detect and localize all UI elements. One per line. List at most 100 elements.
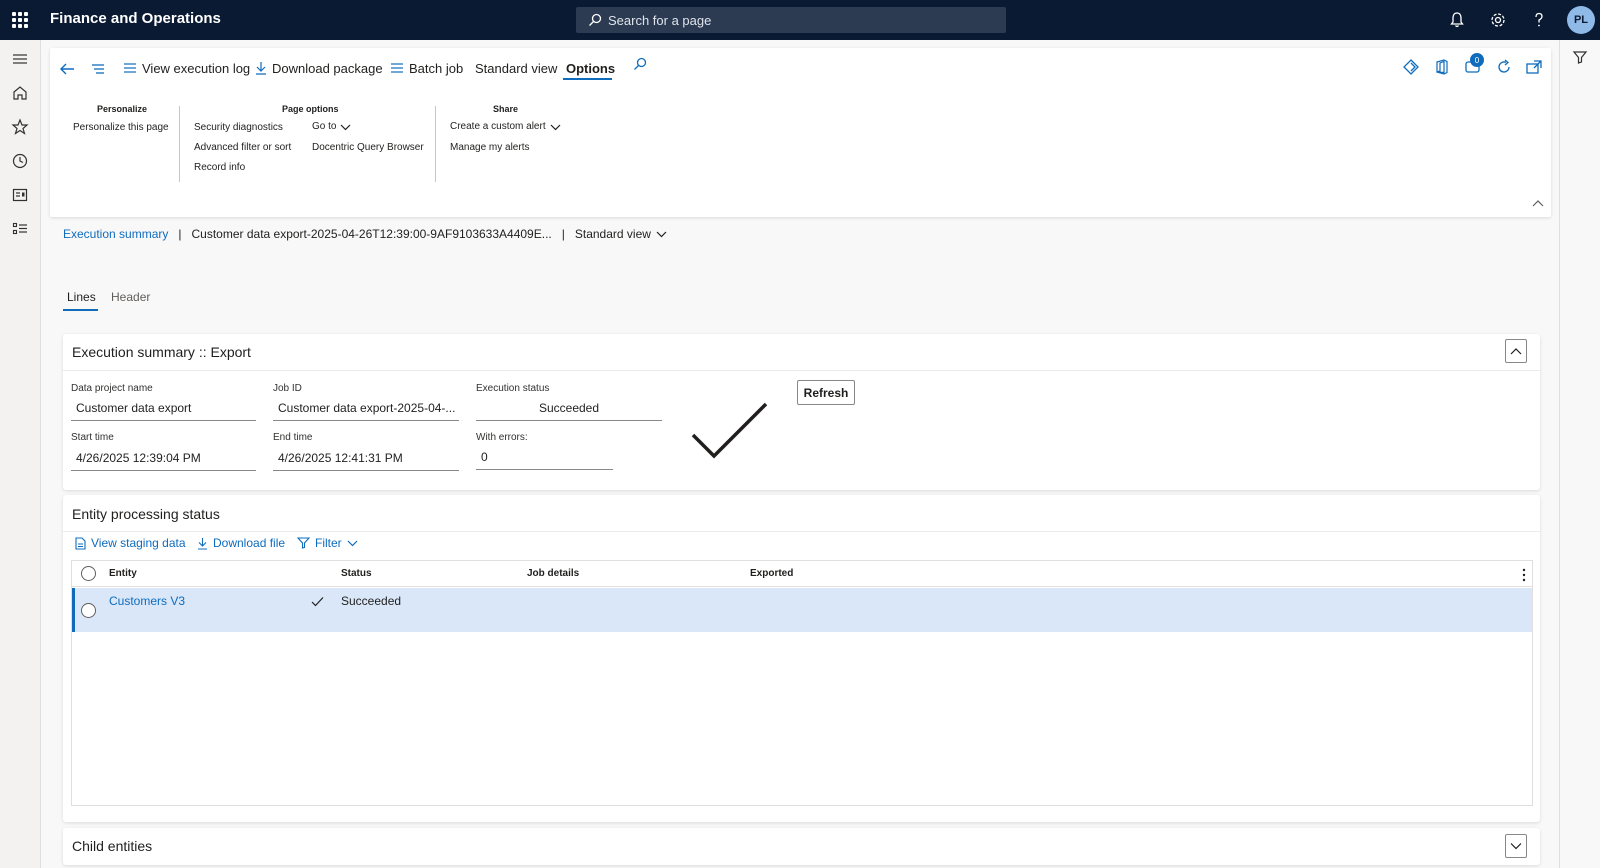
project-name-field[interactable]: Customer data export [71, 396, 256, 421]
end-time-label: End time [273, 432, 313, 443]
modules-list-icon[interactable] [11, 220, 29, 238]
refresh-page-icon[interactable] [1495, 58, 1513, 76]
notification-count-badge: 0 [1470, 53, 1484, 67]
breadcrumb-separator: | [178, 227, 182, 241]
tab-lines[interactable]: Lines [67, 290, 96, 304]
recent-clock-icon[interactable] [11, 152, 29, 170]
breadcrumb: Execution summary | Customer data export… [63, 227, 667, 241]
filter-pane-icon[interactable] [1572, 49, 1588, 65]
end-time-field[interactable]: 4/26/2025 12:41:31 PM [273, 446, 459, 471]
success-checkmark-icon [691, 402, 768, 459]
bell-icon[interactable] [1447, 10, 1467, 30]
table-row[interactable]: Customers V3 Succeeded [72, 588, 1532, 632]
with-errors-field: 0 [476, 445, 613, 470]
gear-icon[interactable] [1488, 10, 1508, 30]
security-diagnostics-item[interactable]: Security diagnostics [194, 122, 283, 133]
execution-summary-link[interactable]: Execution summary [63, 227, 168, 241]
app-launcher-icon[interactable] [12, 12, 28, 28]
back-arrow-icon[interactable] [59, 62, 75, 76]
create-custom-alert-dropdown[interactable]: Create a custom alert [450, 121, 561, 132]
column-header-entity[interactable]: Entity [109, 568, 137, 579]
execution-status-field: Succeeded [476, 396, 662, 421]
chevron-down-icon [550, 124, 561, 130]
entity-link[interactable]: Customers V3 [109, 594, 185, 608]
personalize-group-title: Personalize [97, 104, 148, 114]
start-time-label: Start time [71, 432, 114, 443]
card-divider [63, 531, 1540, 532]
options-label: Options [566, 60, 616, 76]
start-time-field[interactable]: 4/26/2025 12:39:04 PM [71, 446, 256, 471]
options-tab-indicator [563, 78, 612, 80]
select-all-radio[interactable] [81, 566, 96, 581]
collapse-action-pane-icon[interactable] [1531, 198, 1545, 208]
filter-button[interactable]: Filter [297, 536, 358, 550]
personalize-this-page-item[interactable]: Personalize this page [73, 122, 169, 133]
child-entities-title: Child entities [72, 838, 153, 854]
column-header-status[interactable]: Status [341, 568, 372, 579]
chevron-down-icon [347, 540, 358, 547]
batch-list-icon [391, 63, 403, 73]
execution-summary-title: Execution summary :: Export [72, 344, 251, 360]
advanced-filter-item[interactable]: Advanced filter or sort [194, 142, 291, 153]
workspaces-icon[interactable] [11, 186, 29, 204]
chevron-down-icon [656, 231, 667, 238]
power-apps-icon[interactable] [1402, 58, 1420, 76]
view-execution-log-label: View execution log [142, 60, 251, 76]
expand-child-entities-button[interactable] [1505, 834, 1527, 858]
home-icon[interactable] [11, 84, 29, 102]
share-group-title: Share [493, 104, 519, 114]
download-file-button[interactable]: Download file [197, 536, 285, 550]
refresh-button[interactable]: Refresh [797, 380, 855, 405]
entity-grid: Entity Status Job details Exported Custo… [71, 560, 1533, 806]
download-icon [256, 62, 266, 75]
standard-view-tab[interactable]: Standard view [475, 57, 557, 79]
download-package-button[interactable]: Download package [255, 57, 383, 79]
collapse-summary-button[interactable] [1505, 339, 1527, 363]
column-header-job-details[interactable]: Job details [527, 568, 579, 579]
batch-job-label: Batch job [409, 60, 464, 76]
lines-tab-indicator [63, 309, 98, 311]
view-selector-label: Standard view [574, 227, 651, 241]
project-name-label: Data project name [71, 383, 153, 394]
view-staging-data-button[interactable]: View staging data [75, 536, 186, 550]
entity-processing-title: Entity processing status [72, 506, 220, 522]
job-id-label: Job ID [273, 383, 302, 394]
left-navigation [0, 40, 41, 868]
row-select-radio[interactable] [81, 603, 96, 618]
child-entities-card: Child entities [63, 828, 1540, 865]
more-options-icon[interactable] [1522, 568, 1526, 582]
favorites-star-icon[interactable] [11, 118, 29, 136]
search-icon [589, 13, 602, 26]
go-to-dropdown[interactable]: Go to [312, 121, 351, 132]
office-icon[interactable] [1433, 58, 1451, 76]
manage-my-alerts-item[interactable]: Manage my alerts [450, 142, 529, 153]
record-info-item[interactable]: Record info [194, 162, 245, 173]
open-new-window-icon[interactable] [1525, 58, 1543, 76]
column-header-exported[interactable]: Exported [750, 568, 793, 579]
card-divider [63, 370, 1540, 371]
app-title: Finance and Operations [50, 10, 221, 27]
view-selector[interactable]: Standard view [575, 227, 667, 241]
avatar[interactable]: PL [1567, 6, 1595, 34]
filter-icon [297, 537, 310, 549]
download-file-label: Download file [213, 536, 286, 550]
download-icon [198, 537, 207, 550]
view-execution-log-button[interactable]: View execution log [123, 57, 250, 79]
chevron-down-icon [1510, 843, 1522, 850]
search-box[interactable] [576, 7, 1006, 33]
tab-header[interactable]: Header [111, 290, 150, 304]
search-action-icon[interactable] [633, 57, 647, 71]
job-id-field[interactable]: Customer data export-2025-04-... [273, 396, 459, 421]
help-icon[interactable] [1529, 10, 1549, 30]
hamburger-menu-icon[interactable] [11, 50, 29, 68]
breadcrumb-separator: | [561, 227, 565, 241]
batch-job-button[interactable]: Batch job [390, 57, 463, 79]
show-options-menu-icon[interactable] [90, 62, 106, 76]
filter-label: Filter [315, 536, 342, 550]
search-input[interactable] [608, 10, 988, 30]
tab-options[interactable]: Options [566, 57, 615, 79]
execution-status-label: Execution status [476, 383, 550, 394]
document-icon [75, 536, 86, 550]
docentric-query-browser-item[interactable]: Docentric Query Browser [312, 142, 424, 153]
standard-view-label: Standard view [475, 60, 558, 76]
